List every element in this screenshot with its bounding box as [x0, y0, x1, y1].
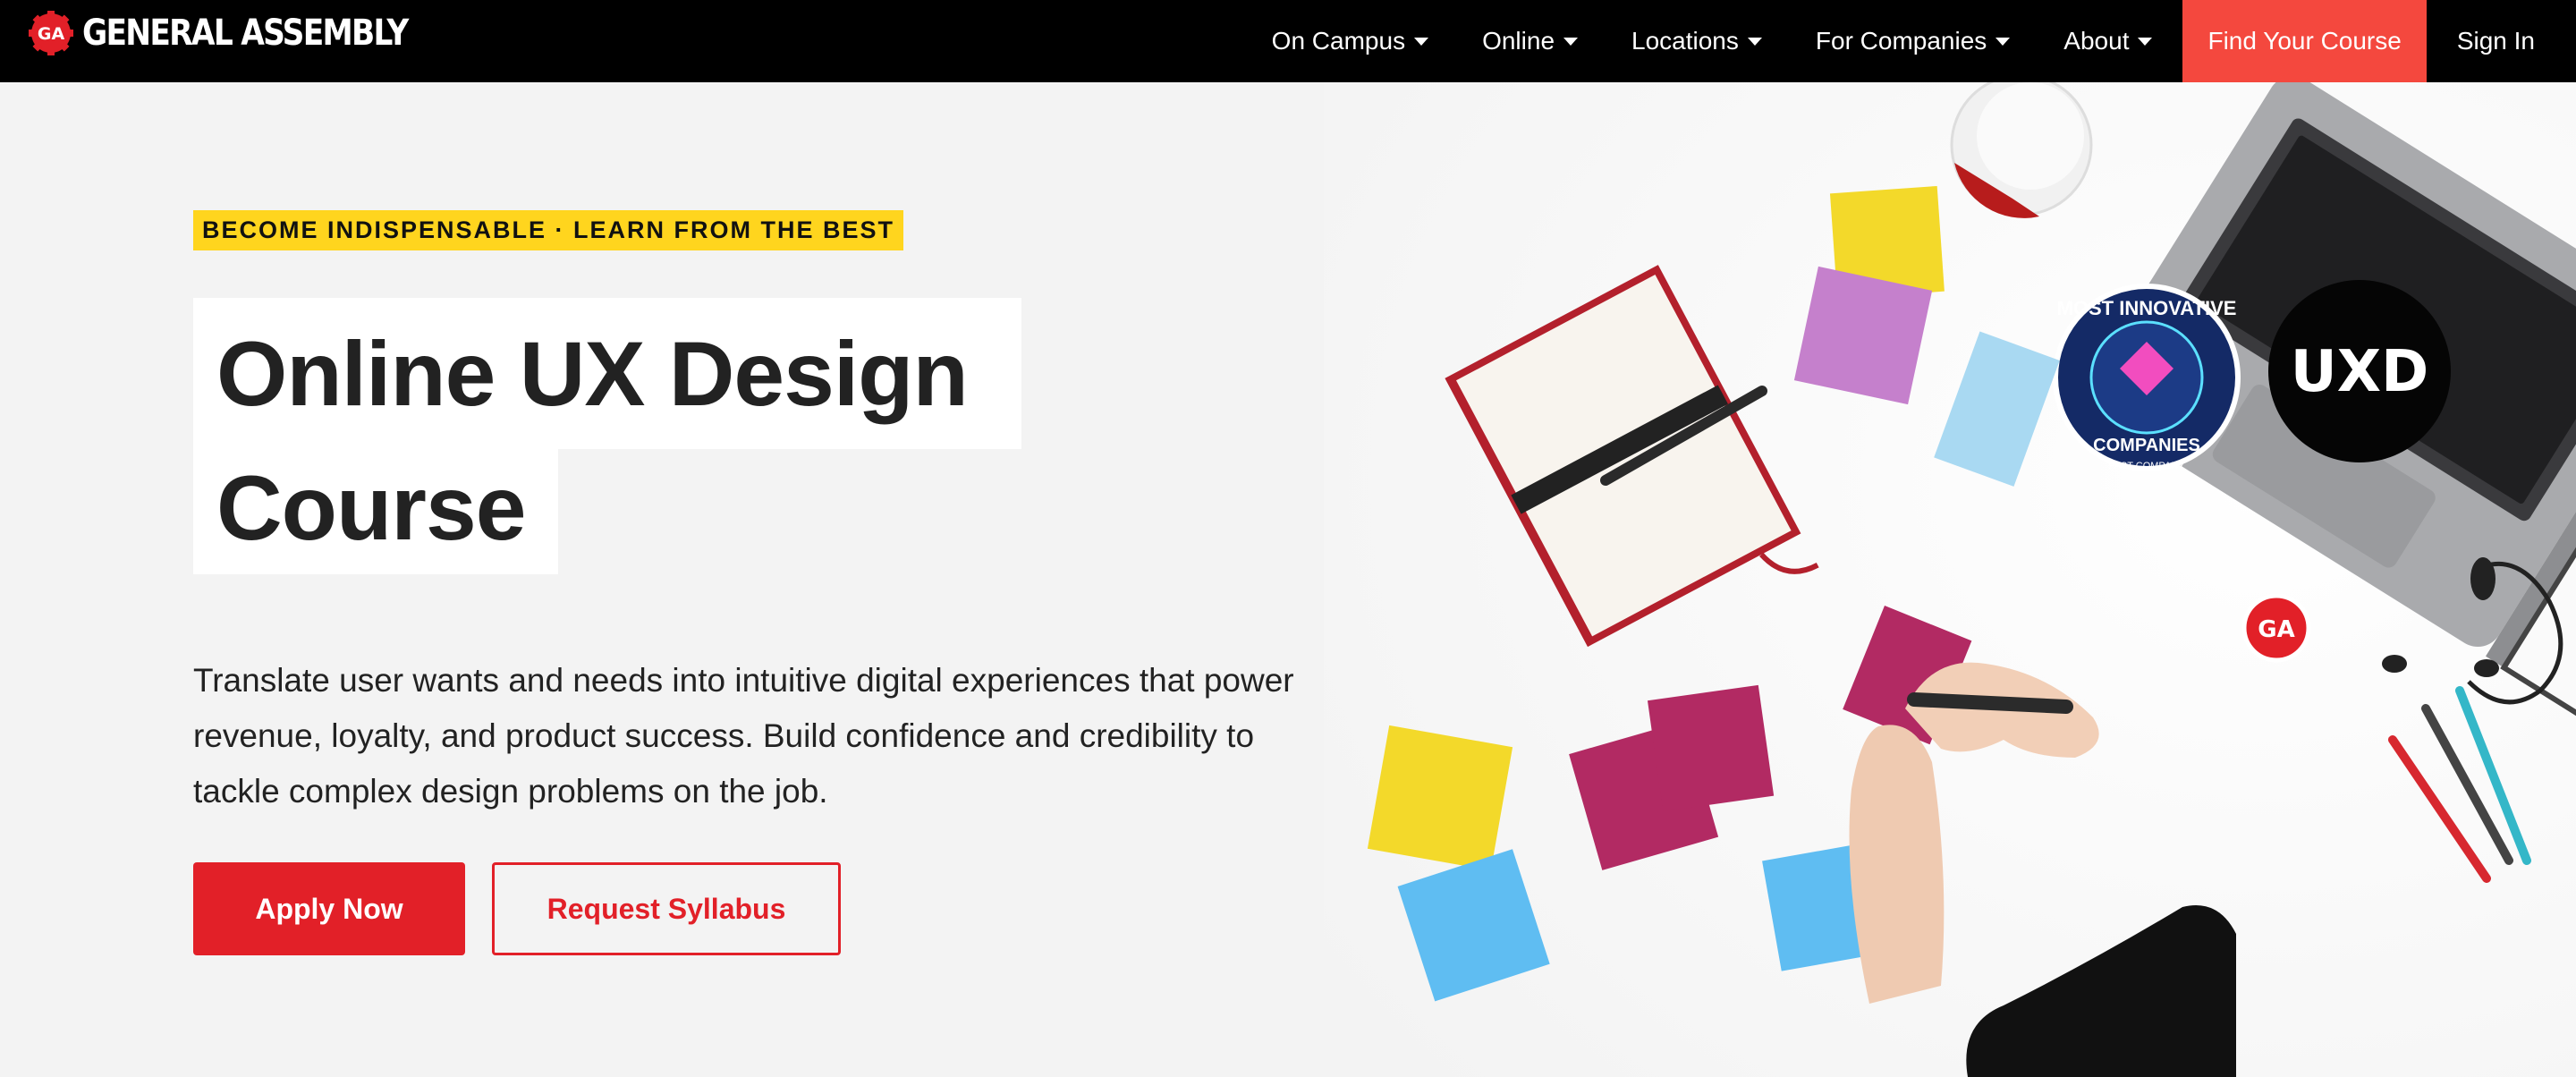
nav-item-about[interactable]: About [2037, 0, 2179, 82]
hero-image: UXD MOST INNOVATIVE COMPANIES FAST COMPA… [1324, 82, 2576, 1077]
uxd-badge: UXD [2268, 280, 2451, 462]
hero-description: Translate user wants and needs into intu… [193, 662, 1294, 810]
svg-text:FAST COMPANY: FAST COMPANY [2108, 461, 2185, 471]
svg-text:MOST INNOVATIVE: MOST INNOVATIVE [2057, 297, 2237, 319]
svg-text:GA: GA [38, 24, 65, 44]
find-your-course-button[interactable]: Find Your Course [2182, 0, 2427, 82]
hero-eyebrow: BECOME INDISPENSABLE · LEARN FROM THE BE… [193, 210, 904, 250]
chevron-down-icon [1747, 37, 1762, 46]
apply-now-button[interactable]: Apply Now [193, 862, 465, 955]
chevron-down-icon [1563, 37, 1579, 46]
ga-sticker-icon: GA [2241, 593, 2311, 663]
svg-text:GA: GA [2258, 616, 2294, 643]
chevron-down-icon [1996, 37, 2011, 46]
main-menu: On Campus Online Locations For Companies… [1245, 0, 2576, 82]
chevron-down-icon [1414, 37, 1429, 46]
ga-logo-icon: GA [29, 11, 73, 55]
brand-logo-link[interactable]: GA GENERAL ASSEMBLY [29, 11, 461, 55]
nav-item-online[interactable]: Online [1455, 0, 1605, 82]
most-innovative-sticker: MOST INNOVATIVE COMPANIES FAST COMPANY [2053, 284, 2241, 471]
nav-item-label: For Companies [1815, 27, 1987, 55]
request-syllabus-button[interactable]: Request Syllabus [492, 862, 841, 955]
nav-item-label: On Campus [1271, 27, 1406, 55]
svg-text:UXD: UXD [2291, 339, 2428, 405]
nav-item-locations[interactable]: Locations [1605, 0, 1789, 82]
brand-name: GENERAL ASSEMBLY [82, 13, 409, 54]
top-nav: GA GENERAL ASSEMBLY On Campus Online Loc… [0, 0, 2576, 82]
sign-in-link[interactable]: Sign In [2427, 0, 2576, 82]
nav-item-on-campus[interactable]: On Campus [1245, 0, 1455, 82]
page-title-line-1: Online UX Design [193, 298, 1021, 449]
chevron-down-icon [2138, 37, 2153, 46]
svg-text:COMPANIES: COMPANIES [2093, 436, 2200, 455]
nav-item-label: Locations [1631, 27, 1739, 55]
nav-item-for-companies[interactable]: For Companies [1789, 0, 2037, 82]
nav-item-label: Online [1482, 27, 1555, 55]
page-title-line-2: Course [193, 442, 558, 574]
nav-item-label: About [2063, 27, 2130, 55]
